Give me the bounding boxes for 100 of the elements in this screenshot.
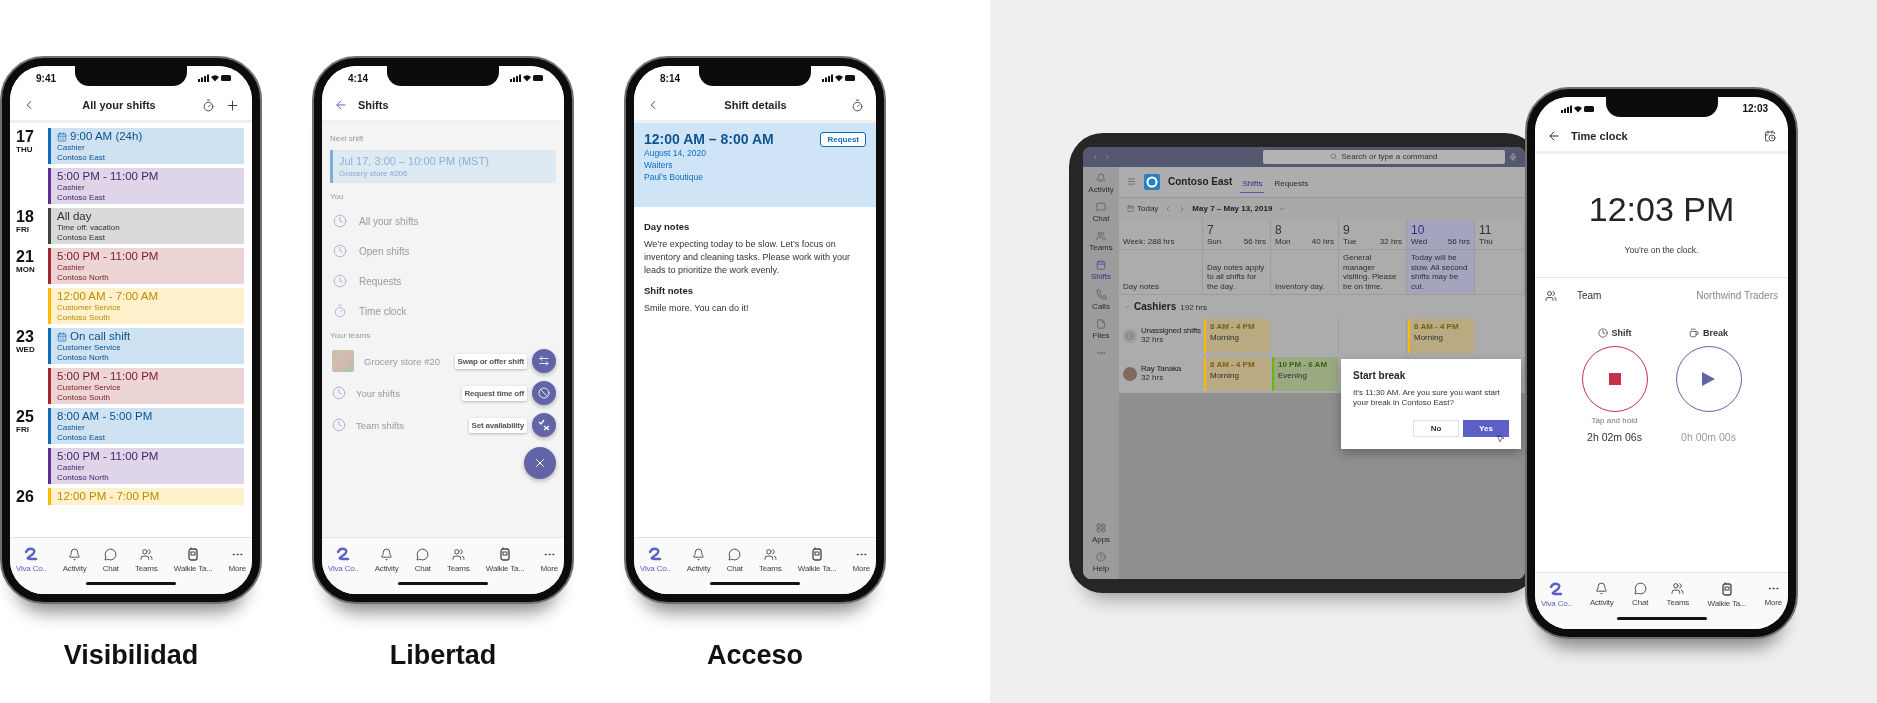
shift-card[interactable]: 9:00 AM (24h) Cashier Contoso East <box>48 128 244 164</box>
nav-tab[interactable]: Walkie Ta... <box>173 547 213 573</box>
add-icon[interactable] <box>225 97 240 113</box>
dialog-title: Start break <box>1353 369 1407 381</box>
tab[interactable]: Shifts <box>1240 170 1265 193</box>
day-number: 9 <box>1343 222 1351 237</box>
nav-tab[interactable]: Viva Co.. <box>1541 581 1572 608</box>
shift-block[interactable]: 10 PM - 6 AM Evening <box>1272 356 1338 391</box>
rail-item[interactable]: Help <box>1092 551 1110 573</box>
shift-role: Cashier <box>57 423 86 433</box>
day-number: 25 <box>16 408 35 425</box>
nav-tab[interactable]: More <box>852 547 870 573</box>
shift-card[interactable]: 5:00 PM - 11:00 PM Cashier Contoso North <box>48 248 244 284</box>
confirm-button[interactable]: Yes <box>1463 419 1509 437</box>
shift-block[interactable]: 8 AM - 4 PM Morning <box>1204 356 1270 391</box>
shift-card[interactable]: 8:00 AM - 5:00 PM Cashier Contoso East <box>48 408 244 444</box>
nav-tab[interactable]: Activity <box>686 547 711 573</box>
request-button[interactable]: Request <box>820 131 866 147</box>
shift-time: 12:00 PM - 7:00 PM <box>57 490 160 503</box>
clock-icon[interactable] <box>1764 129 1776 142</box>
nav-tab[interactable]: Teams <box>759 547 782 573</box>
group-hours: 192 hrs <box>1180 303 1207 313</box>
shift-card[interactable]: All day Time off: vacation Contoso East <box>48 208 244 244</box>
action-label: Request time off <box>461 385 527 401</box>
search-field[interactable]: Search or type a command <box>1263 149 1505 164</box>
hint-text: Tap and hold <box>1591 415 1638 425</box>
timer-icon[interactable] <box>851 98 864 112</box>
nav-tab[interactable]: Walkie Ta... <box>797 547 837 573</box>
shift-label: Evening <box>1278 370 1308 380</box>
people-icon <box>1096 230 1106 241</box>
action-button[interactable] <box>532 413 556 437</box>
nav-tab[interactable]: More <box>1764 582 1782 607</box>
nav-tab[interactable]: Activity <box>374 547 399 573</box>
cancel-button[interactable]: No <box>1413 419 1459 437</box>
rail-item[interactable]: Apps <box>1091 522 1111 544</box>
walkie-talkie-icon <box>187 547 200 561</box>
close-button[interactable] <box>524 447 556 479</box>
shift-block[interactable]: 8 AM - 4 PM Morning <box>1408 318 1474 353</box>
bell-icon <box>1096 172 1106 183</box>
chat-icon <box>1633 582 1647 595</box>
shift-label: Morning <box>1210 370 1240 380</box>
notes-text: Smile more. You can do it! <box>644 302 750 315</box>
shift-time: 10 PM - 6 AM <box>1278 359 1329 369</box>
shift-card[interactable]: 5:00 PM - 11:00 PM Customer Service Contoso South <box>48 368 244 404</box>
nav-tab[interactable]: Activity <box>1589 582 1614 607</box>
nav-tab[interactable]: Walkie Ta... <box>1707 581 1747 608</box>
nav-tab[interactable]: Viva Co.. <box>640 547 671 573</box>
action-button[interactable] <box>532 381 556 405</box>
shift-block[interactable]: 8 AM - 4 PM Morning <box>1204 318 1270 353</box>
status-bar-drawing <box>198 74 232 82</box>
rail-item[interactable]: Calls <box>1092 288 1110 311</box>
phone-icon <box>1095 288 1107 300</box>
dialog-text: It's 11:30 AM. Are you sure you want start your break in Contoso East? <box>1353 387 1501 409</box>
nav-tab[interactable]: Teams <box>447 547 470 573</box>
back-icon[interactable] <box>1547 128 1561 143</box>
back-icon[interactable] <box>334 98 348 112</box>
avatar <box>1123 366 1137 381</box>
weekday: Mon <box>1275 236 1291 246</box>
nav-tab[interactable]: Teams <box>1666 582 1690 607</box>
nav-tab[interactable]: Walkie Ta... <box>485 547 525 573</box>
walkie-talkie-icon <box>1720 581 1733 596</box>
search-icon <box>1330 153 1338 160</box>
tab[interactable]: Requests <box>1272 170 1311 193</box>
shift-card[interactable]: 5:00 PM - 11:00 PM Cashier Contoso East <box>48 168 244 204</box>
rail-item[interactable]: Shifts <box>1091 259 1111 281</box>
timer-icon[interactable] <box>202 98 215 112</box>
day-note: Today will be slow. All second shifts may be cut. <box>1411 253 1469 291</box>
row-label: Day notes <box>1123 281 1161 291</box>
nav-tab[interactable]: Viva Co.. <box>328 547 359 573</box>
weekday: FRI <box>16 225 30 234</box>
team-value[interactable]: Northwind Traders <box>1696 290 1778 301</box>
shift-location: Contoso South <box>57 312 111 322</box>
day-hours: 32 hrs <box>1379 236 1402 246</box>
shift-location: Contoso North <box>57 272 110 282</box>
action-button[interactable] <box>532 349 556 373</box>
nav-tab[interactable]: More <box>228 547 246 573</box>
weekday: Wed <box>1411 236 1428 246</box>
status-time: 4:14 <box>348 72 368 84</box>
screen-title: Time clock <box>1571 129 1629 142</box>
rail-item[interactable]: Files <box>1092 318 1110 340</box>
nav-tab[interactable]: Chat <box>102 547 119 573</box>
nav-tab[interactable]: Teams <box>135 547 158 573</box>
notes-heading: Day notes <box>644 221 691 232</box>
nav-tab[interactable]: More <box>540 547 558 573</box>
nav-tab[interactable]: Activity <box>62 547 87 573</box>
day-note: General manager visiting. Please be on time. <box>1343 253 1398 291</box>
shift-location: Contoso North <box>57 352 110 362</box>
nav-tab[interactable]: Chat <box>1632 582 1649 607</box>
nav-tab[interactable]: Chat <box>414 547 431 573</box>
nav-tab[interactable]: Viva Co.. <box>16 547 47 573</box>
today-button[interactable]: Today <box>1127 204 1159 213</box>
help-icon <box>1096 551 1106 562</box>
shift-card[interactable]: On call shift Customer Service Contoso North <box>48 328 244 364</box>
rail-item[interactable]: Activity <box>1088 172 1114 194</box>
microphone-icon[interactable] <box>1509 152 1517 161</box>
nav-tab[interactable]: Chat <box>726 547 743 573</box>
rail-item[interactable]: Chat <box>1092 201 1110 223</box>
rail-item[interactable]: Teams <box>1089 230 1113 252</box>
shift-time: 5:00 PM - 11:00 PM <box>57 170 159 183</box>
shift-card[interactable]: 5:00 PM - 11:00 PM Cashier Contoso North <box>48 448 244 484</box>
